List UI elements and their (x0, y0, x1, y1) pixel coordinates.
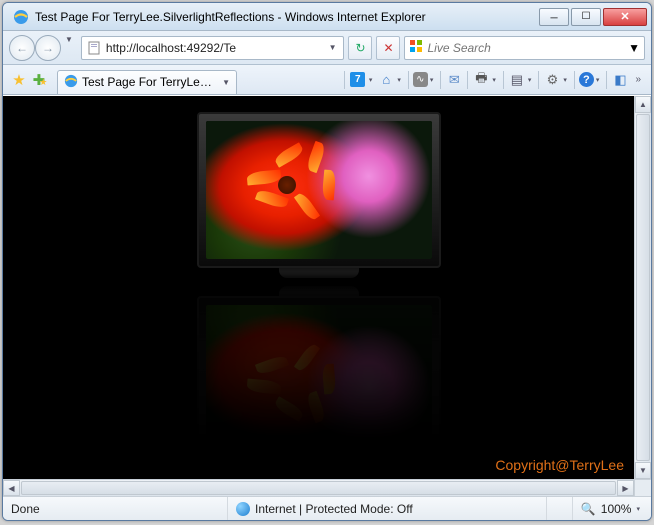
minimize-button[interactable] (539, 8, 569, 26)
close-button[interactable] (603, 8, 647, 26)
scroll-down-button[interactable]: ▼ (635, 462, 651, 479)
read-mail-icon[interactable]: ✉ (445, 71, 463, 89)
tools-gear-icon[interactable]: ⚙ (543, 71, 561, 89)
window-title: Test Page For TerryLee.SilverlightReflec… (35, 10, 539, 24)
reflection-image (197, 282, 441, 452)
feeds-icon[interactable]: ∿ (413, 72, 428, 87)
internet-zone-icon (236, 502, 250, 516)
add-favorites-icon[interactable]: ✚★ (33, 70, 53, 90)
research-icon[interactable]: ◧ (611, 71, 629, 89)
stop-button[interactable] (376, 36, 400, 60)
status-empty-pane (547, 497, 573, 520)
home-icon[interactable]: ⌂ (377, 71, 395, 89)
search-input[interactable] (427, 41, 624, 55)
page-content: Copyright@TerryLee (3, 96, 634, 479)
ie-icon (13, 9, 29, 25)
status-text-pane: Done (3, 497, 228, 520)
zoom-icon: 🔍 (581, 502, 596, 516)
print-icon[interactable]: 🖶 (472, 71, 490, 89)
scroll-left-button[interactable]: ◀ (3, 480, 20, 496)
security-zone-pane[interactable]: Internet | Protected Mode: Off (228, 497, 547, 520)
copyright-text: Copyright@TerryLee (495, 457, 624, 473)
scroll-thumb-h[interactable] (21, 481, 616, 495)
address-bar[interactable]: http://localhost:49292/Te ▼ (81, 36, 345, 60)
favorites-star-icon[interactable]: ★ (9, 70, 29, 90)
vertical-scrollbar[interactable]: ▲ ▼ (634, 96, 651, 479)
content-area: Copyright@TerryLee ▲ ▼ (3, 95, 651, 479)
browser-tab[interactable]: Test Page For TerryLee.... ▼ (57, 70, 237, 94)
page-icon[interactable]: ▤ (508, 71, 526, 89)
navigation-bar: ← → ▼ http://localhost:49292/Te ▼ ▼ (3, 31, 651, 65)
scrollbar-corner (634, 479, 651, 496)
search-dropdown[interactable]: ▼ (628, 41, 640, 55)
nav-buttons: ← → ▼ (9, 35, 77, 61)
scroll-up-button[interactable]: ▲ (635, 96, 651, 113)
forward-button[interactable]: → (35, 35, 61, 61)
horizontal-scrollbar[interactable]: ◀ ▶ (3, 479, 634, 496)
horizontal-scrollbar-row: ◀ ▶ (3, 479, 651, 496)
page-icon (86, 40, 102, 56)
page-dropdown[interactable]: ▾ (528, 76, 532, 84)
title-bar[interactable]: Test Page For TerryLee.SilverlightReflec… (3, 3, 651, 31)
status-text: Done (11, 502, 40, 516)
maximize-button[interactable] (571, 8, 601, 26)
search-provider-icon (409, 39, 423, 56)
zoom-dropdown[interactable]: ▾ (636, 505, 640, 513)
tools-dropdown[interactable]: ▾ (563, 76, 567, 84)
print-dropdown[interactable]: ▾ (492, 76, 496, 84)
zoom-pane[interactable]: 🔍 100% ▾ (573, 497, 651, 520)
zoom-level: 100% (601, 502, 632, 516)
window-controls (539, 8, 647, 26)
search-box[interactable]: ▼ (404, 36, 645, 60)
tab-toolbar: ★ ✚★ Test Page For TerryLee.... ▼ 7 ▾ ⌂ … (3, 65, 651, 95)
address-dropdown[interactable]: ▼ (326, 43, 340, 52)
browser-window: Test Page For TerryLee.SilverlightReflec… (2, 2, 652, 521)
refresh-button[interactable] (348, 36, 372, 60)
tab-title: Test Page For TerryLee.... (82, 75, 218, 89)
toolbar-expand-chevron-icon[interactable]: » (631, 74, 645, 85)
status-bar: Done Internet | Protected Mode: Off 🔍 10… (3, 496, 651, 520)
tab-list-dropdown[interactable]: ▼ (222, 78, 230, 87)
help-dropdown[interactable]: ▾ (596, 76, 600, 84)
address-url: http://localhost:49292/Te (106, 41, 322, 55)
help-icon[interactable]: ? (579, 72, 594, 87)
nav-history-dropdown[interactable]: ▼ (61, 35, 77, 61)
security-zone-text: Internet | Protected Mode: Off (255, 502, 413, 516)
seven-icon[interactable]: 7 (349, 71, 367, 89)
tv-display (197, 112, 441, 278)
seven-dropdown[interactable]: ▾ (369, 76, 373, 84)
scroll-right-button[interactable]: ▶ (617, 480, 634, 496)
scroll-thumb-v[interactable] (636, 114, 650, 461)
home-dropdown[interactable]: ▾ (397, 76, 401, 84)
tab-ie-icon (64, 74, 78, 91)
command-bar: 7 ▾ ⌂ ▾ ∿ ▾ ✉ 🖶 ▾ ▤ ▾ ⚙ ▾ ? ▾ ◧ » (342, 71, 645, 89)
feeds-dropdown[interactable]: ▾ (430, 76, 434, 84)
back-button[interactable]: ← (9, 35, 35, 61)
